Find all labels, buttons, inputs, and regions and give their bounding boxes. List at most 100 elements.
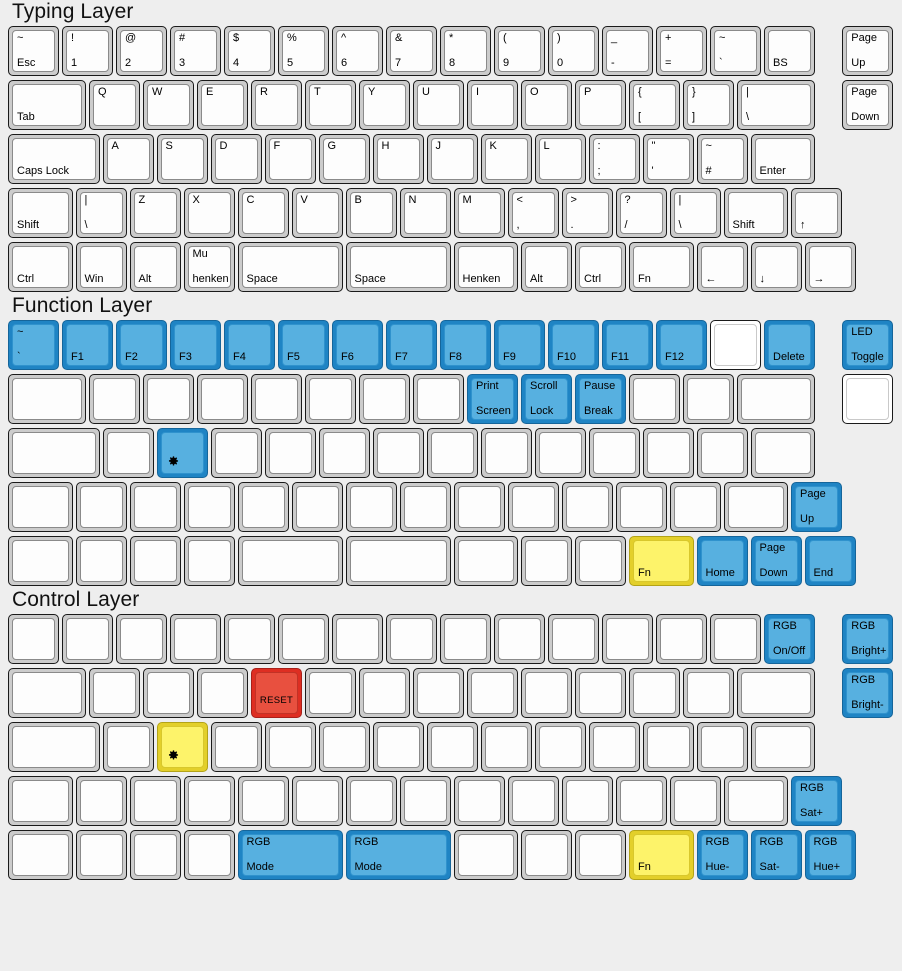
key-bs[interactable]: BS (764, 26, 815, 76)
key-rgb-hue-minus[interactable]: RGB Hue- (696, 830, 748, 880)
key-blank[interactable] (440, 614, 491, 664)
key-print-screen[interactable]: Print Screen (467, 374, 518, 424)
key-o[interactable]: O (521, 80, 572, 130)
key-f6[interactable]: F6 (332, 320, 383, 370)
key-blank[interactable] (345, 482, 397, 532)
key-sym[interactable]: ~ ` (710, 26, 761, 76)
key-blank[interactable] (89, 374, 140, 424)
key-gear[interactable] (156, 722, 208, 772)
key-blank[interactable] (372, 428, 424, 478)
key-blank[interactable] (453, 482, 505, 532)
key-blank[interactable] (696, 428, 748, 478)
key-blank[interactable] (237, 776, 289, 826)
key-blank[interactable] (750, 722, 815, 772)
key-blank[interactable] (75, 482, 127, 532)
key-blank[interactable] (602, 614, 653, 664)
key-c[interactable]: C (237, 188, 289, 238)
key-f3[interactable]: F3 (170, 320, 221, 370)
key-blank[interactable] (615, 776, 667, 826)
key-blank[interactable] (183, 776, 235, 826)
key-blank[interactable] (170, 614, 221, 664)
key-blank[interactable] (8, 668, 86, 718)
key-sym[interactable]: | \ (75, 188, 127, 238)
key-6[interactable]: ^ 6 (332, 26, 383, 76)
key-sym[interactable]: → (804, 242, 856, 292)
key-blank[interactable] (480, 722, 532, 772)
key-plus[interactable]: + = (656, 26, 707, 76)
key-a[interactable]: A (102, 134, 154, 184)
key-blank[interactable] (750, 428, 815, 478)
key-rgb-sat-plus[interactable]: RGB Sat+ (791, 776, 842, 826)
key-delete[interactable]: Delete (764, 320, 815, 370)
key-blank[interactable] (210, 722, 262, 772)
key-blank[interactable] (264, 428, 316, 478)
key-blank[interactable] (723, 482, 788, 532)
key-blank[interactable] (359, 668, 410, 718)
key-blank[interactable] (372, 722, 424, 772)
key-blank[interactable] (332, 614, 383, 664)
key-blank[interactable] (480, 428, 532, 478)
key-blank[interactable] (129, 482, 181, 532)
key-f12[interactable]: F12 (656, 320, 707, 370)
key-blank[interactable] (102, 428, 154, 478)
key-v[interactable]: V (291, 188, 343, 238)
key-z[interactable]: Z (129, 188, 181, 238)
key-blank[interactable] (453, 776, 505, 826)
key-f9[interactable]: F9 (494, 320, 545, 370)
key-home[interactable]: Home (696, 536, 748, 586)
key-sym[interactable]: | \ (669, 188, 721, 238)
key-gear[interactable] (156, 428, 208, 478)
key-blank[interactable] (507, 482, 559, 532)
key-blank[interactable] (116, 614, 167, 664)
key-blank[interactable] (278, 614, 329, 664)
key-blank[interactable] (413, 374, 464, 424)
key-blank[interactable] (521, 830, 572, 880)
key-rgb-hue-plus[interactable]: RGB Hue+ (804, 830, 856, 880)
key-blank[interactable] (143, 374, 194, 424)
key-blank[interactable] (723, 776, 788, 826)
key-blank[interactable] (305, 374, 356, 424)
key-blank[interactable] (710, 614, 761, 664)
key-5[interactable]: % 5 (278, 26, 329, 76)
key-blank[interactable] (318, 428, 370, 478)
key-blank[interactable] (264, 722, 316, 772)
key-4[interactable]: $4 (224, 26, 275, 76)
key-blank[interactable] (737, 374, 815, 424)
key-blank[interactable] (183, 482, 235, 532)
key-blank[interactable] (197, 668, 248, 718)
key-reset[interactable]: RESET (251, 668, 302, 718)
key-blank[interactable] (453, 830, 518, 880)
key-blank[interactable] (534, 428, 586, 478)
key-2[interactable]: @2 (116, 26, 167, 76)
key-mu-henken[interactable]: Mu henken (183, 242, 235, 292)
key-blank[interactable] (737, 668, 815, 718)
key-1[interactable]: ! 1 (62, 26, 113, 76)
key-blank[interactable] (345, 536, 451, 586)
key-blank[interactable] (237, 536, 343, 586)
key-blank[interactable] (129, 830, 181, 880)
key-3[interactable]: #3 (170, 26, 221, 76)
key-sym[interactable]: ↓ (750, 242, 802, 292)
key-rgb-mode[interactable]: RGB Mode (237, 830, 343, 880)
key-blank[interactable] (656, 614, 707, 664)
key-scroll-lock[interactable]: Scroll Lock (521, 374, 572, 424)
key-n[interactable]: N (399, 188, 451, 238)
key-rgb-bright-minus[interactable]: RGB Bright- (842, 668, 894, 718)
key-blank[interactable] (386, 614, 437, 664)
key-page-up[interactable]: Page Up (842, 26, 894, 76)
key-sym[interactable]: }] (683, 80, 734, 130)
key-h[interactable]: H (372, 134, 424, 184)
key-g[interactable]: G (318, 134, 370, 184)
key-blank[interactable] (642, 428, 694, 478)
key-blank[interactable] (251, 374, 302, 424)
key-f11[interactable]: F11 (602, 320, 653, 370)
key-sym[interactable]: ← (696, 242, 748, 292)
key-f7[interactable]: F7 (386, 320, 437, 370)
key-blank[interactable] (399, 776, 451, 826)
key-blank[interactable] (89, 668, 140, 718)
key-blank[interactable] (521, 668, 572, 718)
key-rgb-bright-plus[interactable]: RGB Bright+ (842, 614, 894, 664)
key-enter[interactable]: Enter (750, 134, 815, 184)
key-blank[interactable] (683, 374, 734, 424)
key-blank[interactable] (183, 536, 235, 586)
